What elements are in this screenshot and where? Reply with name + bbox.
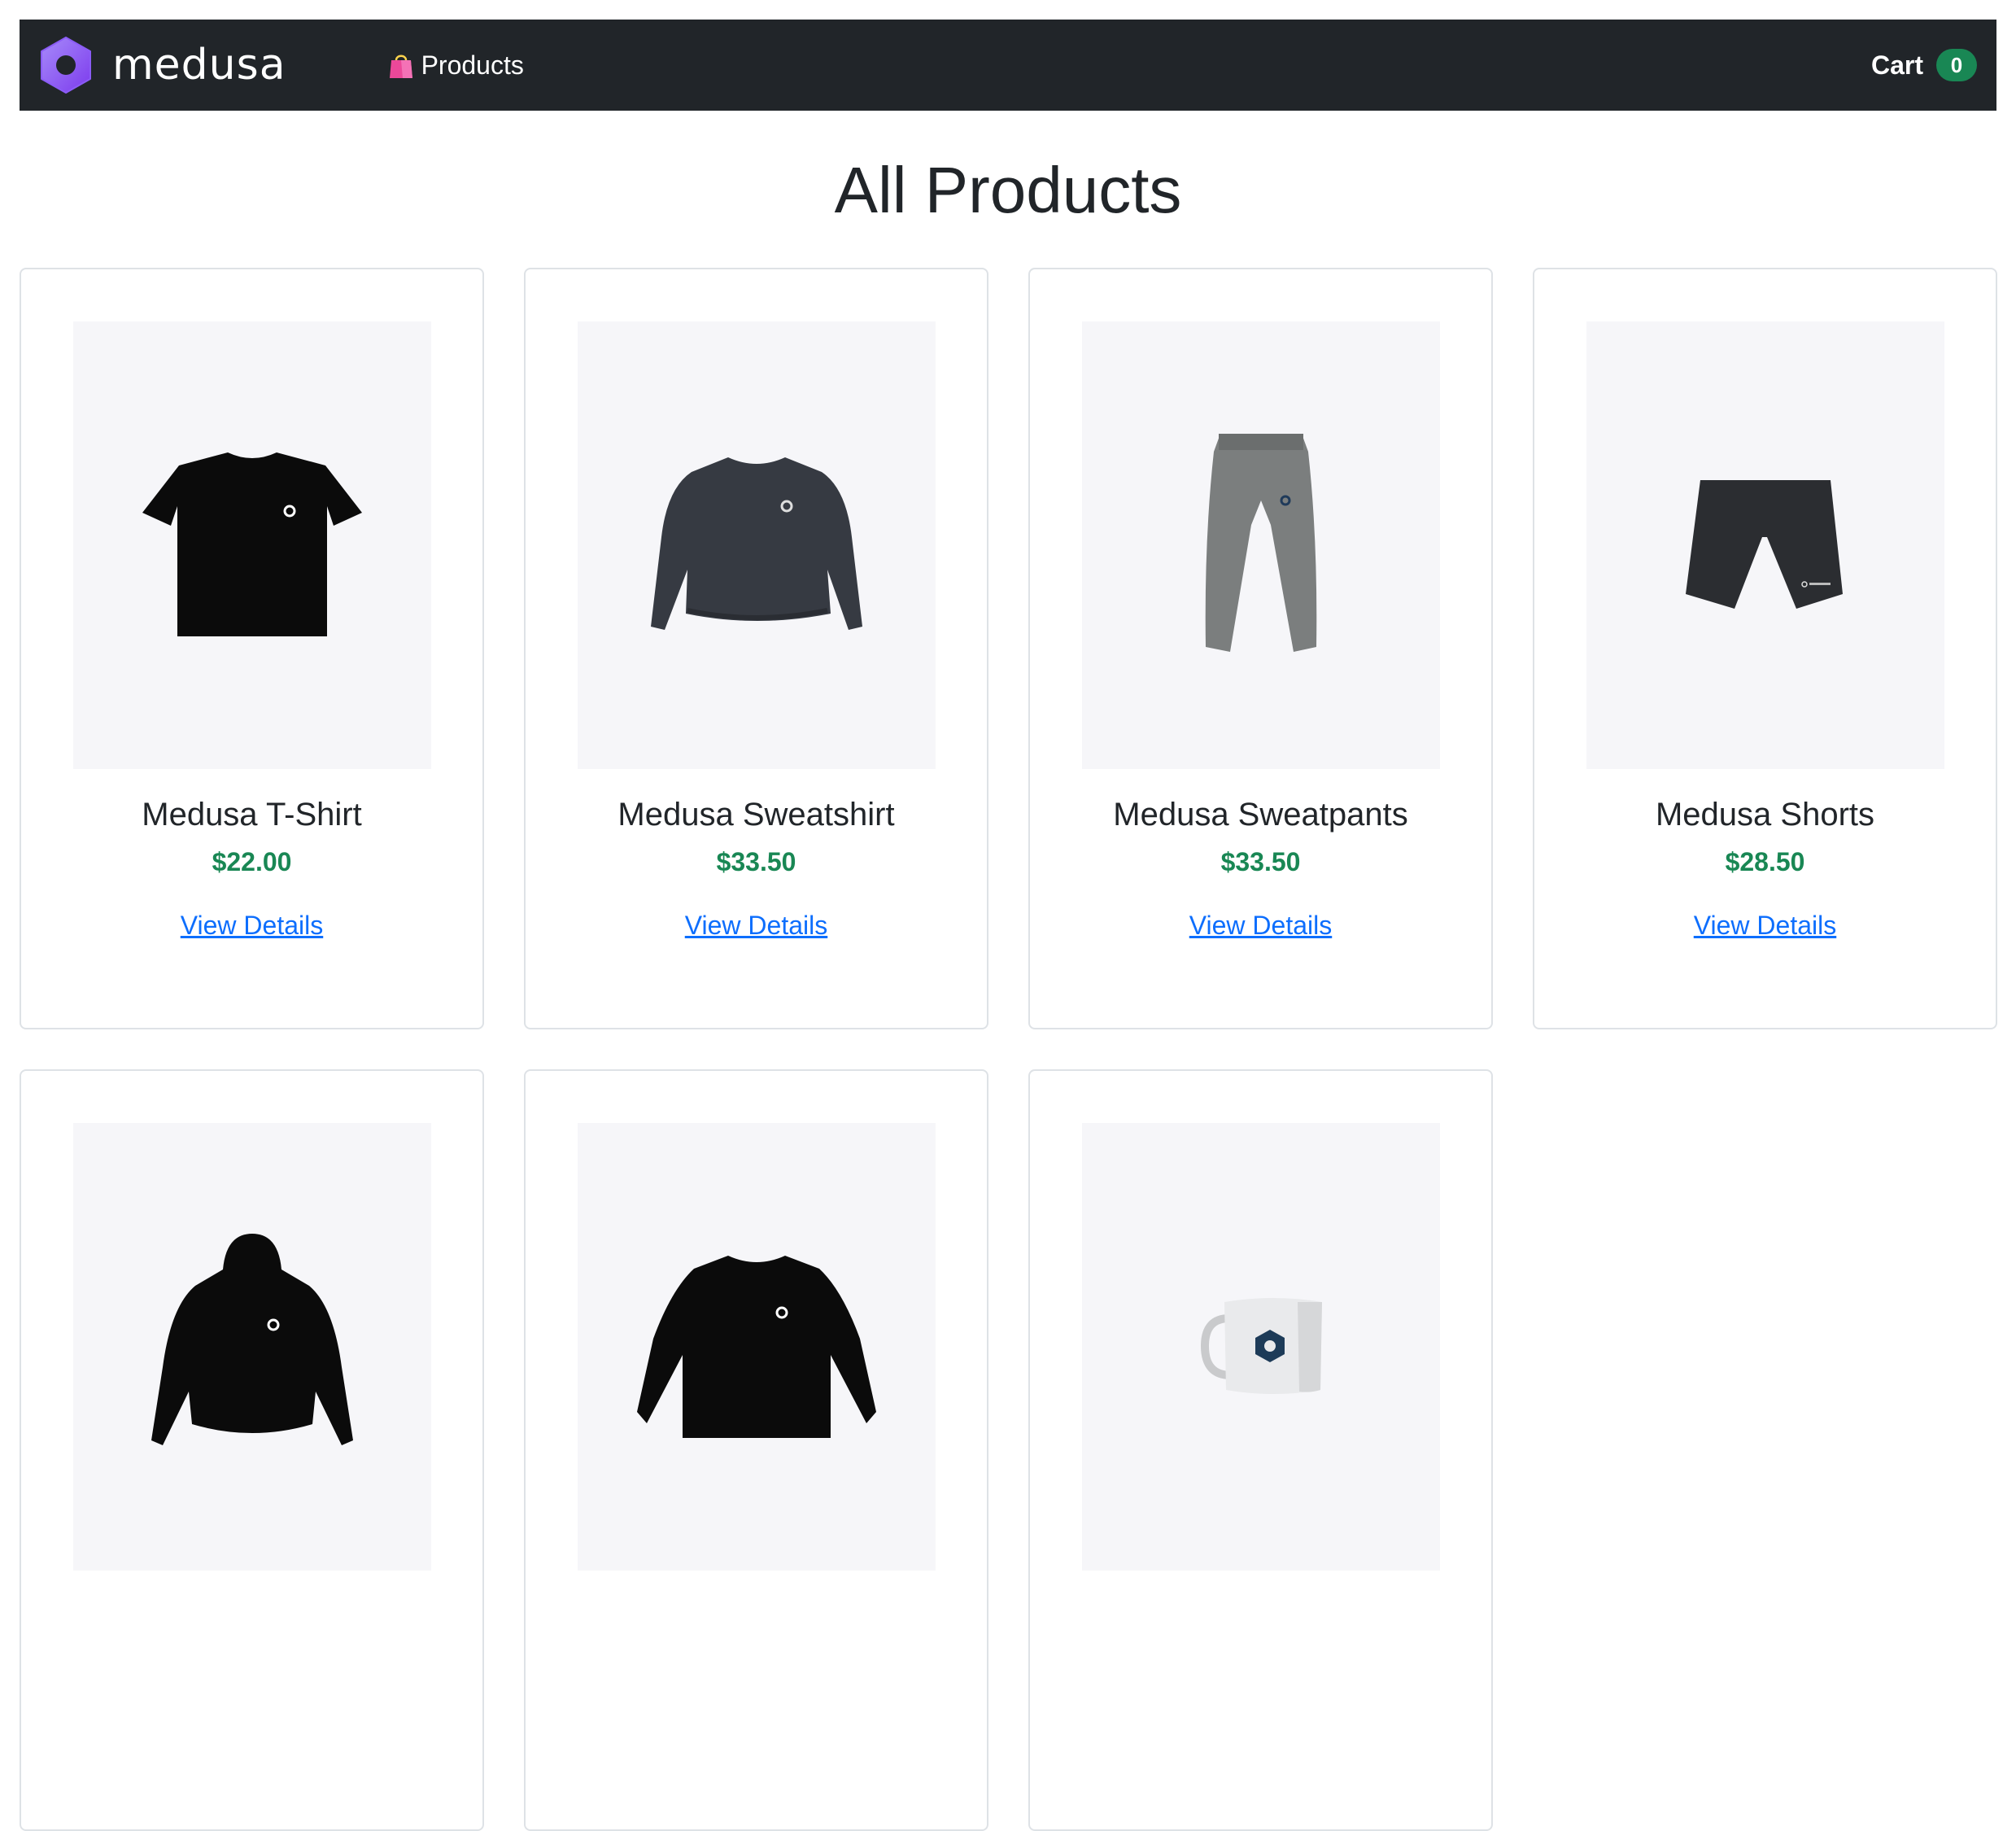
- brand-name: medusa: [112, 41, 286, 90]
- product-card: Medusa Shorts $28.50 View Details: [1533, 268, 1997, 1029]
- product-card: Medusa Sweatshirt $33.50 View Details: [524, 268, 988, 1029]
- cart-count-badge: 0: [1936, 49, 1977, 81]
- product-title: Medusa Sweatpants: [1113, 797, 1408, 832]
- product-image[interactable]: [72, 1123, 431, 1571]
- product-card: [20, 1069, 484, 1831]
- product-image[interactable]: [1081, 1123, 1440, 1571]
- hoodie-image: [151, 1234, 353, 1445]
- nav-products-link[interactable]: Products: [387, 50, 524, 81]
- brand[interactable]: medusa: [39, 20, 286, 111]
- shorts-image: [1685, 480, 1843, 609]
- page-title: All Products: [834, 154, 1182, 226]
- view-details-link[interactable]: View Details: [685, 909, 827, 942]
- cart-link[interactable]: Cart 0: [1871, 49, 1977, 81]
- view-details-link[interactable]: View Details: [1694, 909, 1836, 942]
- longsleeve-image: [636, 1256, 876, 1438]
- product-image[interactable]: [72, 321, 431, 769]
- product-price: $33.50: [1220, 847, 1301, 876]
- medusa-logo-icon: [41, 37, 91, 94]
- sweatpants-image: [1205, 434, 1316, 652]
- cart-label: Cart: [1870, 50, 1923, 80]
- product-card: Medusa T-Shirt $22.00 View Details: [20, 268, 484, 1029]
- product-title: Medusa T-Shirt: [142, 797, 362, 832]
- product-image[interactable]: [577, 321, 936, 769]
- shopping-bag-icon: [389, 55, 412, 78]
- product-price: $28.50: [1725, 847, 1805, 876]
- product-price: $33.50: [716, 847, 796, 876]
- nav-products-label: Products: [421, 50, 524, 80]
- top-navbar: medusa Products Cart 0: [20, 20, 1996, 111]
- product-card: [1028, 1069, 1493, 1831]
- product-image[interactable]: [577, 1123, 936, 1571]
- product-card: Medusa Sweatpants $33.50 View Details: [1028, 268, 1493, 1029]
- product-card: [524, 1069, 988, 1831]
- t-shirt-image: [142, 452, 362, 636]
- product-title: Medusa Sweatshirt: [617, 797, 895, 832]
- product-image[interactable]: [1081, 321, 1440, 769]
- sweatshirt-image: [650, 457, 862, 630]
- view-details-link[interactable]: View Details: [1189, 909, 1332, 942]
- product-image[interactable]: [1586, 321, 1944, 769]
- product-grid: Medusa T-Shirt $22.00 View Details Medus…: [20, 268, 1997, 1831]
- mug-image: [1200, 1298, 1322, 1394]
- view-details-link[interactable]: View Details: [181, 909, 323, 942]
- product-price: $22.00: [212, 847, 292, 876]
- product-title: Medusa Shorts: [1655, 797, 1875, 832]
